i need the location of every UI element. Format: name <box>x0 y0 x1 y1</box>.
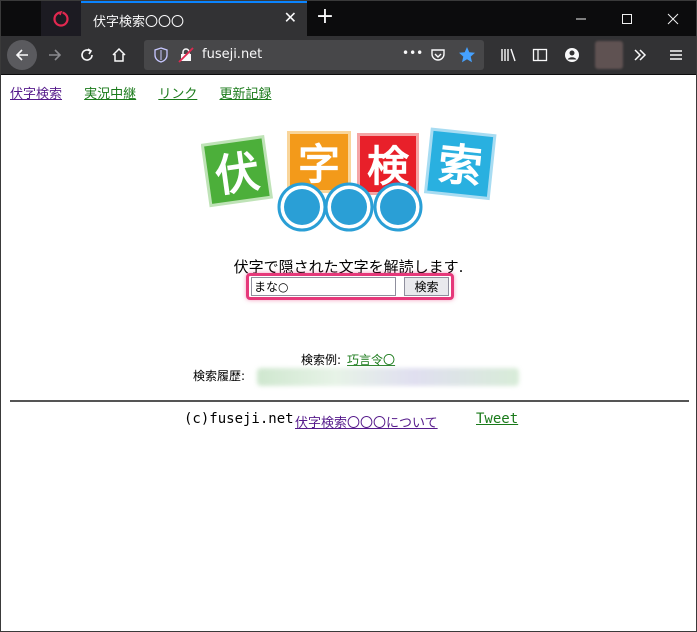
back-arrow-icon <box>15 49 28 61</box>
insecure-lock-icon[interactable] <box>178 47 194 63</box>
minimize-icon <box>576 18 586 19</box>
library-icon <box>501 48 516 62</box>
example-link[interactable]: 巧言令〇 <box>347 353 395 367</box>
logo-char-1: 伏 <box>212 146 263 203</box>
account-button[interactable] <box>557 40 587 70</box>
title-bar: 伏字検索〇〇〇 ✕ + <box>1 1 696 36</box>
pinned-tab[interactable] <box>41 1 81 36</box>
app-tab-icon <box>53 10 69 27</box>
menu-button[interactable] <box>661 40 691 70</box>
pocket-icon[interactable] <box>430 47 446 63</box>
account-icon <box>565 48 579 62</box>
nav-link-live[interactable]: 実況中継 <box>84 87 136 102</box>
browser-window: 伏字検索〇〇〇 ✕ + fuseji.net ••• 伏字検索 実況中継 リンク… <box>0 0 697 632</box>
sidebar-icon <box>532 48 548 62</box>
about-link[interactable]: 伏字検索〇〇〇について <box>295 412 438 431</box>
tab-close-icon[interactable]: ✕ <box>284 9 297 27</box>
extension-icon[interactable] <box>595 41 623 69</box>
search-input[interactable] <box>251 277 396 296</box>
forward-arrow-icon <box>49 49 62 61</box>
home-icon <box>112 47 126 62</box>
url-bar[interactable]: fuseji.net ••• <box>144 40 484 70</box>
minimize-button[interactable] <box>558 1 604 36</box>
maximize-icon <box>622 13 632 24</box>
tweet-link[interactable]: Tweet <box>476 411 518 427</box>
page-actions-icon[interactable]: ••• <box>402 46 423 60</box>
sidebar-button[interactable] <box>525 40 555 70</box>
home-button[interactable] <box>104 40 134 70</box>
overflow-button[interactable] <box>625 40 655 70</box>
reload-icon <box>81 48 93 61</box>
reload-button[interactable] <box>72 40 102 70</box>
copyright: (c)fuseji.net <box>184 411 294 427</box>
bookmark-star-icon[interactable] <box>458 46 476 64</box>
search-button[interactable]: 検索 <box>404 277 449 296</box>
back-button[interactable] <box>7 40 37 70</box>
example-label: 検索例: <box>301 353 342 367</box>
close-icon <box>667 13 679 24</box>
nav-link-updates[interactable]: 更新記録 <box>219 87 271 102</box>
tracking-shield-icon[interactable] <box>154 47 168 63</box>
tab-title: 伏字検索〇〇〇 <box>93 15 185 30</box>
divider <box>10 400 689 402</box>
active-tab[interactable]: 伏字検索〇〇〇 ✕ <box>81 1 307 36</box>
search-history-label: 検索履歴: <box>193 369 246 383</box>
url-text[interactable]: fuseji.net <box>202 47 262 62</box>
chevron-double-right-icon <box>634 49 647 61</box>
search-form: 検索 <box>246 273 454 300</box>
site-logo[interactable]: 伏 字 検 索 <box>200 125 501 235</box>
nav-link-fuseji-search[interactable]: 伏字検索 <box>10 87 62 102</box>
nav-toolbar: fuseji.net ••• <box>1 36 696 75</box>
logo-graphic: 伏 字 検 索 <box>200 127 497 232</box>
logo-char-4: 索 <box>435 139 484 194</box>
close-window-button[interactable] <box>650 1 696 36</box>
new-tab-button[interactable]: + <box>313 5 337 29</box>
hamburger-icon <box>670 50 682 60</box>
maximize-button[interactable] <box>604 1 650 36</box>
nav-link-links[interactable]: リンク <box>158 87 197 102</box>
logo-char-2: 字 <box>298 140 340 189</box>
library-button[interactable] <box>494 40 524 70</box>
page-content: 伏字検索 実況中継 リンク 更新記録 伏 字 検 索 伏字で隠された文字を解読し… <box>1 75 696 631</box>
top-nav: 伏字検索 実況中継 リンク 更新記録 <box>10 83 289 102</box>
search-example: 検索例: 巧言令〇 <box>301 351 395 368</box>
search-history-items[interactable] <box>257 368 519 386</box>
forward-button[interactable] <box>40 40 70 70</box>
